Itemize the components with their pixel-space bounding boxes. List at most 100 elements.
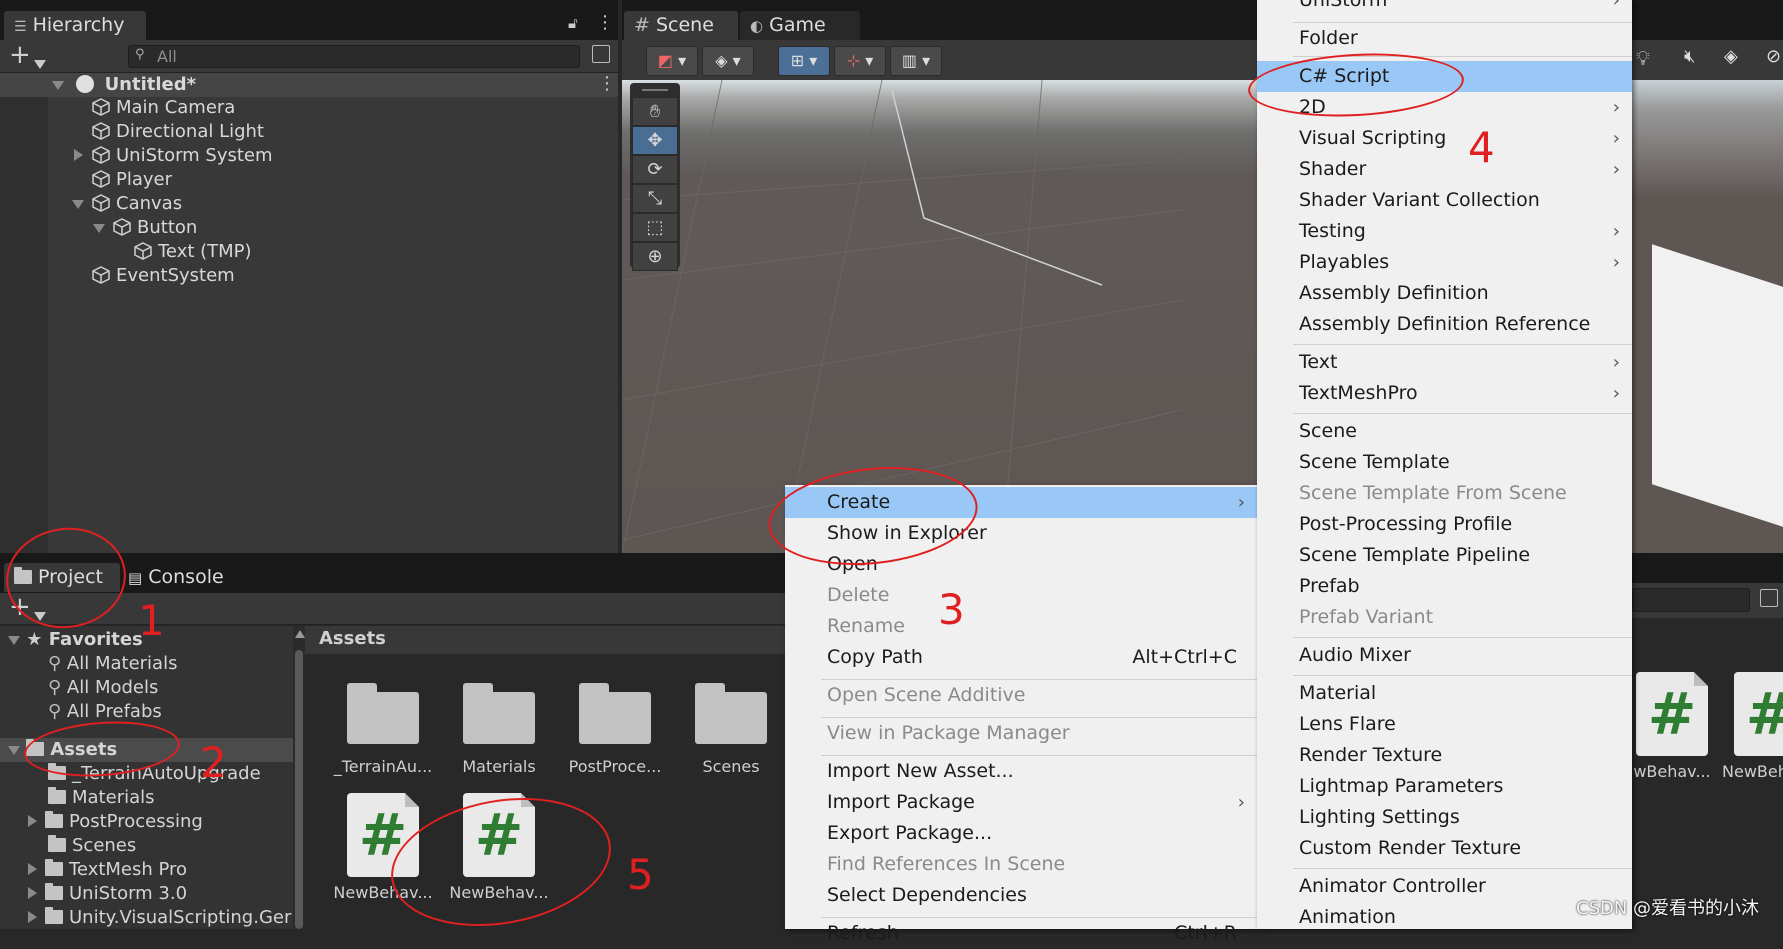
menu-item-post-processing-profile[interactable]: Post-Processing Profile — [1257, 509, 1632, 540]
tab-scene[interactable]: # Scene — [624, 11, 738, 40]
hand-tool-button[interactable]: ✋︎ — [632, 97, 678, 126]
audio-mute-icon[interactable]: 🔇︎ — [1684, 46, 1695, 67]
render-mode-button[interactable]: ◈ ▾ — [702, 46, 754, 76]
tree-scrollbar[interactable] — [293, 626, 305, 929]
lock-icon[interactable]: 🔓︎ — [568, 14, 578, 32]
menu-item-label: UniStorm — [1299, 0, 1388, 11]
menu-item-testing[interactable]: Testing › — [1257, 216, 1632, 247]
menu-item-unistorm[interactable]: UniStorm › — [1257, 0, 1632, 16]
menu-item-custom-render-texture[interactable]: Custom Render Texture — [1257, 833, 1632, 864]
menu-item-folder[interactable]: Folder — [1257, 23, 1632, 54]
menu-item-text[interactable]: Text › — [1257, 347, 1632, 378]
menu-item-textmeshpro[interactable]: TextMeshPro › — [1257, 378, 1632, 409]
hierarchy-item-untitled[interactable]: Untitled* — [52, 73, 196, 97]
grid-snap-button[interactable]: ⊞ ▾ — [778, 46, 830, 76]
project-search-input[interactable] — [1632, 588, 1750, 612]
hierarchy-item-label: Player — [116, 169, 173, 190]
menu-item-audio-mixer[interactable]: Audio Mixer — [1257, 640, 1632, 671]
favorite-item[interactable]: ⚲ All Materials — [48, 652, 177, 676]
menu-item-select-dependencies[interactable]: Select Dependencies — [785, 880, 1257, 911]
rect-tool-button[interactable]: ⬚ — [632, 213, 678, 242]
csharp-script-icon[interactable]: # — [1734, 672, 1783, 756]
hierarchy-item-directional-light[interactable]: Directional Light — [92, 120, 264, 144]
scene-text-object — [1652, 244, 1783, 553]
menu-item-assembly-definition-reference[interactable]: Assembly Definition Reference — [1257, 309, 1632, 340]
menu-item-assembly-definition[interactable]: Assembly Definition — [1257, 278, 1632, 309]
hierarchy-search-input[interactable]: ⚲ All — [128, 45, 580, 68]
ruler-button[interactable]: ▥ ▾ — [890, 46, 942, 76]
menu-item-shader[interactable]: Shader › — [1257, 154, 1632, 185]
asset-folder-label: UniStorm 3.0 — [69, 883, 188, 904]
menu-item-copy-path[interactable]: Copy Path Alt+Ctrl+C — [785, 642, 1257, 673]
favorite-item[interactable]: ⚲ All Models — [48, 676, 158, 700]
transform-tool-button[interactable]: ⊕ — [632, 242, 678, 271]
menu-item-scene[interactable]: Scene — [1257, 416, 1632, 447]
tab-hierarchy[interactable]: ☰ Hierarchy — [4, 11, 146, 40]
menu-item-label: Prefab Variant — [1299, 606, 1434, 628]
hierarchy-item-label: Text (TMP) — [158, 241, 252, 262]
folder-icon[interactable] — [579, 683, 651, 744]
cube-render-icon: ◈ — [715, 51, 728, 70]
csharp-script-icon[interactable]: # — [1636, 672, 1708, 756]
folder-icon[interactable] — [695, 683, 767, 744]
dropdown-arrow-icon[interactable] — [34, 53, 46, 74]
tab-console[interactable]: ▤ Console — [128, 566, 224, 588]
increment-snap-button[interactable]: ⊹ ▾ — [834, 46, 886, 76]
lighting-toggle-icon[interactable]: 💡︎ — [1636, 46, 1650, 70]
hierarchy-list-icon: ☰ — [14, 19, 27, 35]
menu-item-lightmap-parameters[interactable]: Lightmap Parameters — [1257, 771, 1632, 802]
rotate-icon: ⟳ — [647, 159, 663, 180]
kebab-menu-icon[interactable]: ⋮ — [596, 12, 614, 33]
menu-item-export-package[interactable]: Export Package... — [785, 818, 1257, 849]
hierarchy-item-main-camera[interactable]: Main Camera — [92, 96, 235, 120]
menu-item-import-package[interactable]: Import Package › — [785, 787, 1257, 818]
submenu-arrow-icon: › — [1612, 159, 1620, 180]
asset-folder-item[interactable]: Materials — [48, 786, 155, 810]
search-by-type-icon[interactable] — [1760, 589, 1778, 607]
menu-item-import-new-asset[interactable]: Import New Asset... — [785, 756, 1257, 787]
menu-item-prefab[interactable]: Prefab — [1257, 571, 1632, 602]
search-by-type-icon[interactable] — [592, 45, 610, 63]
hierarchy-item-text-tmp[interactable]: Text (TMP) — [134, 240, 252, 264]
menu-item-lighting-settings[interactable]: Lighting Settings — [1257, 802, 1632, 833]
breadcrumb[interactable]: Assets — [319, 628, 386, 649]
menu-item-visual-scripting[interactable]: Visual Scripting › — [1257, 123, 1632, 154]
menu-item-shader-variant-collection[interactable]: Shader Variant Collection — [1257, 185, 1632, 216]
favorites-header[interactable]: ★ Favorites — [8, 628, 143, 652]
menu-item-scene-template-pipeline[interactable]: Scene Template Pipeline — [1257, 540, 1632, 571]
hierarchy-item-eventsystem[interactable]: EventSystem — [92, 264, 235, 288]
add-icon[interactable]: + — [9, 41, 31, 69]
hierarchy-item-unistorm-system[interactable]: UniStorm System — [74, 144, 273, 168]
hierarchy-item-canvas[interactable]: Canvas — [72, 192, 182, 216]
hierarchy-item-button[interactable]: Button — [93, 216, 197, 240]
hierarchy-item-label: Untitled* — [104, 74, 197, 95]
rotate-tool-button[interactable]: ⟳ — [632, 155, 678, 184]
menu-item-material[interactable]: Material — [1257, 678, 1632, 709]
scene-kebab-icon[interactable]: ⋮ — [598, 73, 616, 94]
draw-mode-button[interactable]: ◩ ▾ — [646, 46, 698, 76]
asset-folder-item[interactable]: PostProcessing — [28, 810, 203, 834]
menu-item-label: Animator Controller — [1299, 875, 1486, 897]
menu-item-playables[interactable]: Playables › — [1257, 247, 1632, 278]
menu-item-scene-template[interactable]: Scene Template — [1257, 447, 1632, 478]
hierarchy-item-label: Canvas — [116, 193, 183, 214]
scale-tool-button[interactable]: ⤡ — [632, 184, 678, 213]
asset-folder-item[interactable]: Scenes — [48, 834, 136, 858]
favorite-item[interactable]: ⚲ All Prefabs — [48, 700, 162, 724]
menu-item-render-texture[interactable]: Render Texture — [1257, 740, 1632, 771]
folder-icon[interactable] — [463, 683, 535, 744]
menu-item-label: Scene — [1299, 420, 1357, 442]
folder-icon[interactable] — [347, 683, 419, 744]
asset-folder-item[interactable]: TextMesh Pro — [28, 858, 187, 882]
menu-item-refresh[interactable]: Refresh Ctrl+R — [785, 918, 1257, 949]
asset-label: Scenes — [702, 757, 760, 776]
menu-item-lens-flare[interactable]: Lens Flare — [1257, 709, 1632, 740]
asset-folder-item[interactable]: Unity.VisualScripting.Ger — [28, 906, 291, 930]
gizmos-icon[interactable]: ⊘ — [1766, 46, 1781, 67]
asset-folder-item[interactable]: UniStorm 3.0 — [28, 882, 187, 906]
move-tool-button[interactable]: ✥ — [632, 126, 678, 155]
effects-icon[interactable]: ◈ — [1724, 46, 1738, 67]
menu-item-label: Testing — [1299, 220, 1366, 242]
hierarchy-item-player[interactable]: Player — [92, 168, 172, 192]
tab-game[interactable]: ◐ Game — [740, 11, 860, 40]
